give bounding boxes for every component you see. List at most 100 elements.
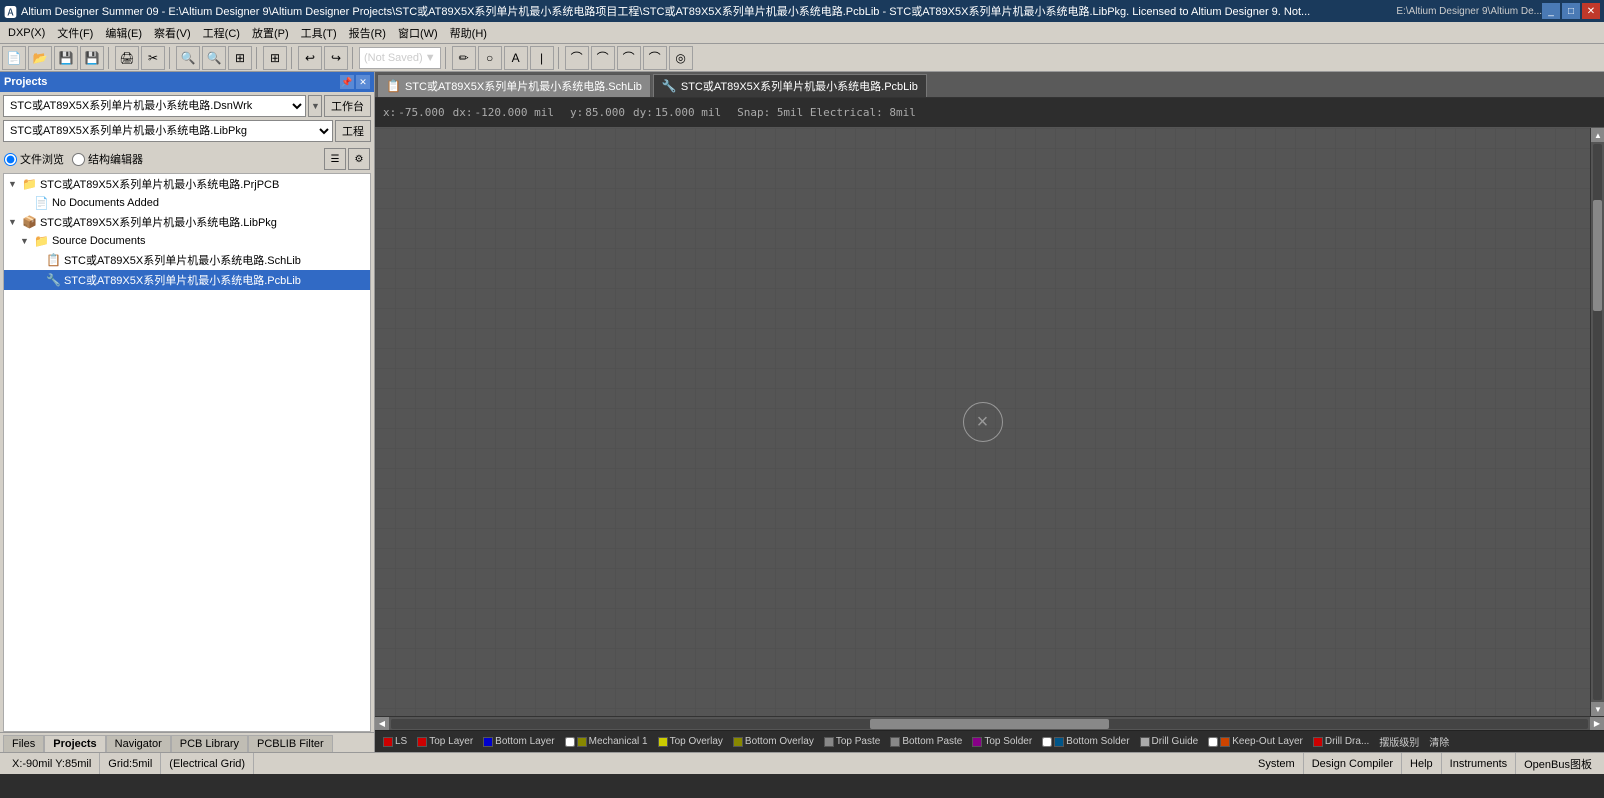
view-icon-btn1[interactable]: ☰ (324, 148, 346, 170)
file-browse-radio[interactable]: 文件浏览 (4, 151, 64, 167)
scroll-left-arrow[interactable]: ◀ (375, 717, 389, 731)
doc-tab-schlib[interactable]: 📋 STC或AT89X5X系列单片机最小系统电路.SchLib (377, 74, 651, 97)
layer-bottom-solder-checkbox[interactable] (1042, 737, 1052, 747)
grid-btn[interactable]: ⊞ (263, 46, 287, 70)
h-scrollbar[interactable]: ◀ ▶ (375, 716, 1604, 730)
tab-projects[interactable]: Projects (44, 735, 105, 752)
v-scroll-thumb[interactable] (1593, 200, 1602, 311)
menu-view[interactable]: 察看(V) (148, 23, 197, 43)
tree-item-pcblib[interactable]: 🔧 STC或AT89X5X系列单片机最小系统电路.PcbLib (4, 270, 370, 290)
close-button[interactable]: ✕ (1582, 3, 1600, 19)
layer-top[interactable]: Top Layer (413, 735, 477, 748)
print-btn[interactable]: 🖨 (115, 46, 139, 70)
layer-bottom-overlay[interactable]: Bottom Overlay (729, 735, 818, 748)
tree-item-nodoc[interactable]: 📄 No Documents Added (4, 194, 370, 212)
layer-bottom-paste[interactable]: Bottom Paste (886, 735, 966, 748)
doc-tab-pcblib[interactable]: 🔧 STC或AT89X5X系列单片机最小系统电路.PcbLib (653, 74, 927, 97)
arc-btn5[interactable]: ◎ (669, 46, 693, 70)
open-btn[interactable]: 📂 (28, 46, 52, 70)
structure-editor-radio[interactable]: 结构编辑器 (72, 151, 143, 167)
menu-dxp[interactable]: DXP(X) (2, 25, 51, 41)
zoom-in-btn[interactable]: 🔍 (176, 46, 200, 70)
undo-btn[interactable]: ↩ (298, 46, 322, 70)
layer-bottom-solder[interactable]: Bottom Solder (1038, 735, 1133, 748)
expander-prjpcb[interactable]: ▼ (8, 179, 22, 189)
draw-btn1[interactable]: ✏ (452, 46, 476, 70)
project-select[interactable]: STC或AT89X5X系列单片机最小系统电路.LibPkg (3, 120, 333, 142)
layer-clear[interactable]: 清除 (1425, 733, 1453, 750)
tree-item-schlib[interactable]: 📋 STC或AT89X5X系列单片机最小系统电路.SchLib (4, 250, 370, 270)
expander-source[interactable]: ▼ (20, 236, 34, 246)
menu-window[interactable]: 窗口(W) (392, 23, 444, 43)
save-btn[interactable]: 💾 (54, 46, 78, 70)
canvas-area: ▲ ▼ (375, 128, 1604, 716)
status-instruments[interactable]: Instruments (1442, 753, 1516, 774)
tree-item-libpkg[interactable]: ▼ 📦 STC或AT89X5X系列单片机最小系统电路.LibPkg (4, 212, 370, 232)
layer-mechanical[interactable]: Mechanical 1 (561, 735, 652, 748)
tab-navigator[interactable]: Navigator (106, 735, 171, 752)
layer-top-paste[interactable]: Top Paste (820, 735, 884, 748)
workspace-btn[interactable]: 工作台 (324, 95, 371, 117)
layer-mechanical-checkbox[interactable] (565, 737, 575, 747)
layer-drill-guide[interactable]: Drill Guide (1136, 735, 1203, 748)
arc-btn3[interactable]: ⌒ (617, 46, 641, 70)
draw-btn4[interactable]: | (530, 46, 554, 70)
menu-file[interactable]: 文件(F) (51, 23, 99, 43)
menu-place[interactable]: 放置(P) (246, 23, 295, 43)
tab-pcb-library[interactable]: PCB Library (171, 735, 248, 752)
scroll-up-arrow[interactable]: ▲ (1591, 128, 1604, 142)
arc-btn4[interactable]: ⌒ (643, 46, 667, 70)
status-design-compiler[interactable]: Design Compiler (1304, 753, 1402, 774)
scroll-down-arrow[interactable]: ▼ (1591, 702, 1604, 716)
layer-ls[interactable]: LS (379, 735, 411, 748)
save-all-btn[interactable]: 💾 (80, 46, 104, 70)
cut-btn[interactable]: ✂ (141, 46, 165, 70)
draw-btn3[interactable]: A (504, 46, 528, 70)
menu-project[interactable]: 工程(C) (197, 23, 246, 43)
tab-files[interactable]: Files (3, 735, 44, 752)
minimize-button[interactable]: _ (1542, 3, 1560, 19)
panel-pin-btn[interactable]: 📌 (340, 75, 354, 89)
menu-tools[interactable]: 工具(T) (295, 23, 343, 43)
h-scroll-track[interactable] (391, 719, 1588, 729)
project-tree[interactable]: ▼ 📁 STC或AT89X5X系列单片机最小系统电路.PrjPCB 📄 No D… (3, 173, 371, 732)
zoom-fit-btn[interactable]: ⊞ (228, 46, 252, 70)
status-system[interactable]: System (1250, 753, 1304, 774)
tree-item-source-docs[interactable]: ▼ 📁 Source Documents (4, 232, 370, 250)
workspace-dropdown-arrow[interactable]: ▼ (308, 95, 322, 117)
layer-layout-level[interactable]: 摆版级别 (1375, 733, 1423, 750)
menu-reports[interactable]: 报告(R) (343, 23, 392, 43)
layer-bottom-paste-label: Bottom Paste (902, 736, 962, 747)
zoom-out-btn[interactable]: 🔍 (202, 46, 226, 70)
not-saved-dropdown[interactable]: (Not Saved) ▼ (359, 47, 441, 69)
v-scroll-track[interactable] (1593, 144, 1602, 700)
layer-bottom[interactable]: Bottom Layer (479, 735, 558, 748)
draw-btn2[interactable]: ○ (478, 46, 502, 70)
layer-drill-draw[interactable]: Drill Dra... (1309, 735, 1373, 748)
v-scrollbar[interactable]: ▲ ▼ (1590, 128, 1604, 716)
new-btn[interactable]: 📄 (2, 46, 26, 70)
view-icon-btn2[interactable]: ⚙ (348, 148, 370, 170)
panel-close-btn[interactable]: ✕ (356, 75, 370, 89)
arc-btn2[interactable]: ⌒ (591, 46, 615, 70)
arc-btn1[interactable]: ⌒ (565, 46, 589, 70)
workspace-select[interactable]: STC或AT89X5X系列单片机最小系统电路.DsnWrk (3, 95, 306, 117)
project-btn[interactable]: 工程 (335, 120, 371, 142)
pcb-canvas[interactable] (375, 128, 1590, 716)
layer-top-overlay-label: Top Overlay (670, 736, 723, 747)
status-help[interactable]: Help (1402, 753, 1442, 774)
maximize-button[interactable]: □ (1562, 3, 1580, 19)
tree-item-prjpcb[interactable]: ▼ 📁 STC或AT89X5X系列单片机最小系统电路.PrjPCB (4, 174, 370, 194)
menu-help[interactable]: 帮助(H) (444, 23, 493, 43)
expander-libpkg[interactable]: ▼ (8, 217, 22, 227)
tab-pcblib-filter[interactable]: PCBLIB Filter (248, 735, 333, 752)
layer-keepout-checkbox[interactable] (1208, 737, 1218, 747)
status-openbus[interactable]: OpenBus图板 (1516, 753, 1600, 774)
menu-edit[interactable]: 编辑(E) (99, 23, 148, 43)
layer-top-overlay[interactable]: Top Overlay (654, 735, 727, 748)
h-scroll-thumb[interactable] (870, 719, 1109, 729)
scroll-right-arrow[interactable]: ▶ (1590, 717, 1604, 731)
layer-top-solder[interactable]: Top Solder (968, 735, 1036, 748)
redo-btn[interactable]: ↪ (324, 46, 348, 70)
layer-keepout[interactable]: Keep-Out Layer (1204, 735, 1307, 748)
